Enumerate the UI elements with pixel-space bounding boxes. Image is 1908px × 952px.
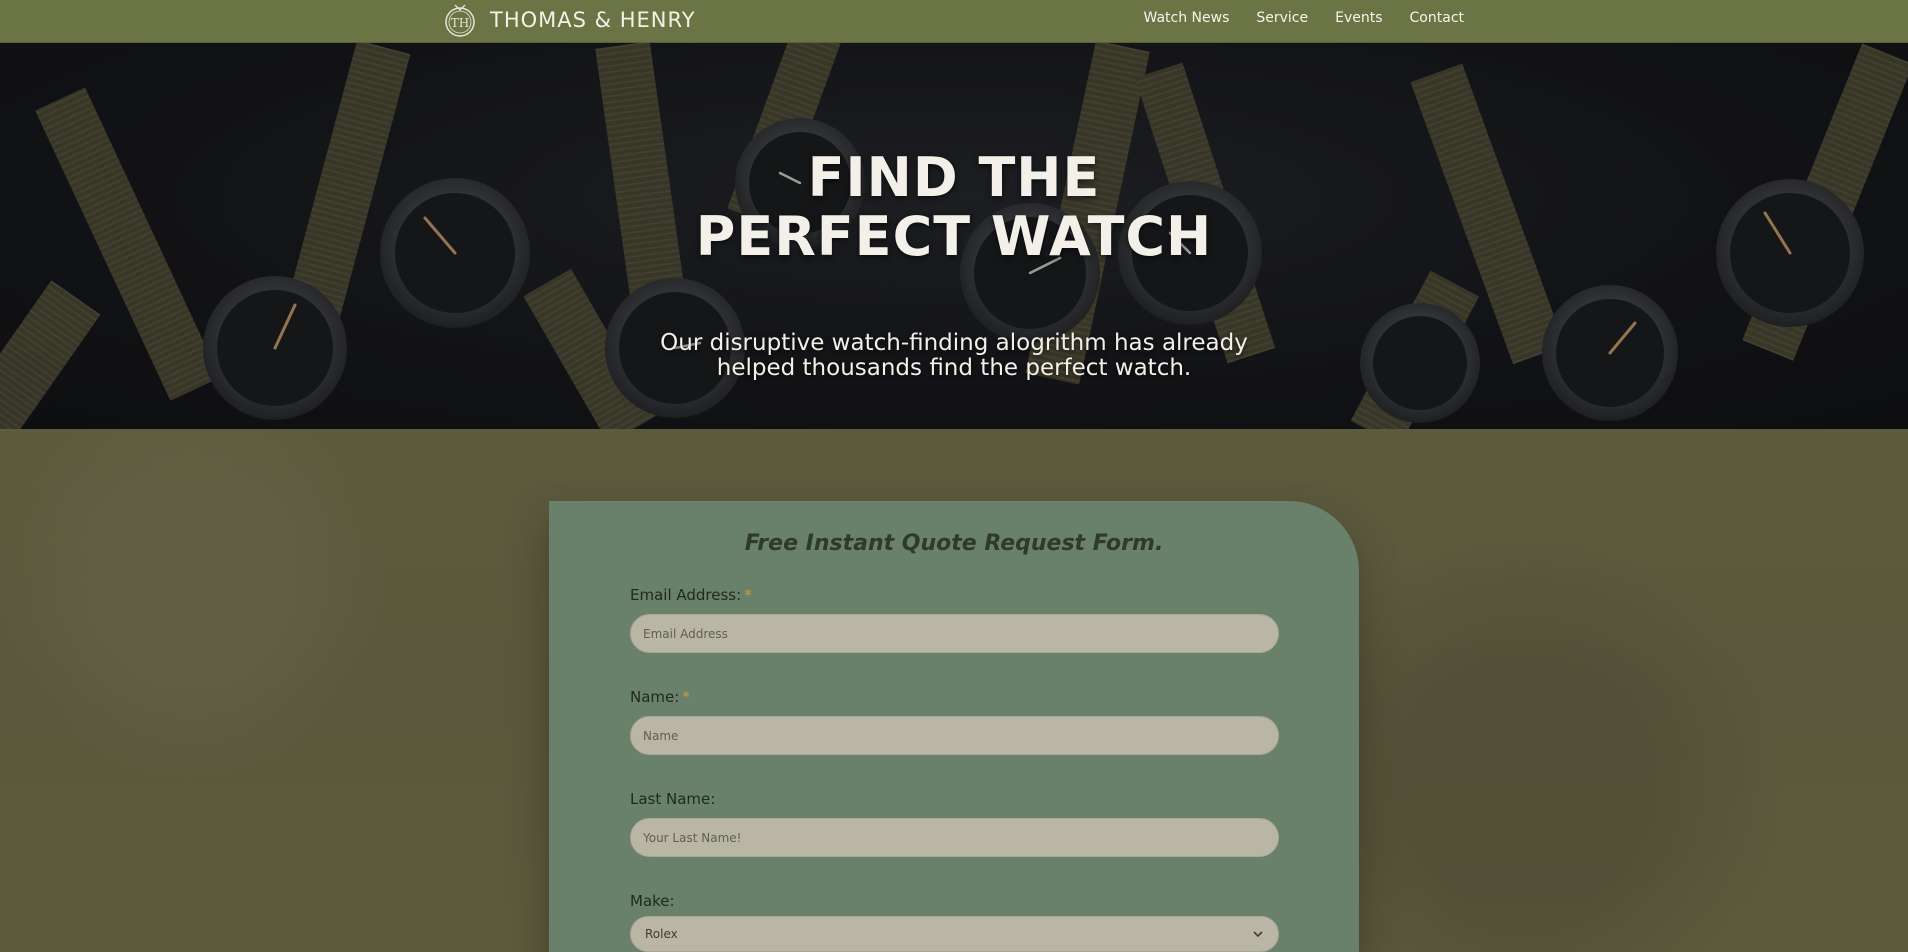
- hero-subtitle: Our disruptive watch-finding alogrithm h…: [0, 331, 1908, 381]
- nav-watch-news[interactable]: Watch News: [1144, 10, 1230, 26]
- nav-service[interactable]: Service: [1256, 10, 1308, 26]
- hero-title: FIND THE PERFECT WATCH: [0, 148, 1908, 266]
- email-label-text: Email Address:: [630, 586, 742, 604]
- brand-name: THOMAS & HENRY: [490, 8, 696, 32]
- top-navigation-bar: TH THOMAS & HENRY Watch News Service Eve…: [0, 0, 1908, 43]
- hero-title-line-1: FIND THE: [807, 146, 1101, 209]
- th-monogram-crest-icon: TH: [445, 4, 475, 37]
- last-name-label-text: Last Name:: [630, 790, 716, 808]
- nav-events[interactable]: Events: [1335, 10, 1382, 26]
- email-label: Email Address: *: [630, 586, 752, 604]
- hero-subtitle-line-2: helped thousands find the perfect watch.: [716, 355, 1192, 381]
- hero-title-line-2: PERFECT WATCH: [695, 205, 1213, 268]
- nav-contact[interactable]: Contact: [1410, 10, 1464, 26]
- brand-logo[interactable]: TH THOMAS & HENRY: [444, 0, 696, 40]
- chevron-down-icon: [1253, 931, 1263, 938]
- main-nav: Watch News Service Events Contact: [1144, 0, 1465, 36]
- make-label: Make:: [630, 892, 675, 910]
- make-select[interactable]: Rolex: [630, 916, 1279, 952]
- last-name-field[interactable]: [630, 818, 1279, 857]
- name-label-text: Name:: [630, 688, 680, 706]
- email-field[interactable]: [630, 614, 1279, 653]
- hero-subtitle-line-1: Our disruptive watch-finding alogrithm h…: [660, 330, 1248, 356]
- required-marker: *: [682, 688, 690, 706]
- make-label-text: Make:: [630, 892, 675, 910]
- make-selected-value: Rolex: [645, 927, 678, 941]
- name-field[interactable]: [630, 716, 1279, 755]
- hero-banner: FIND THE PERFECT WATCH Our disruptive wa…: [0, 43, 1908, 429]
- last-name-label: Last Name:: [630, 790, 715, 808]
- name-label: Name: *: [630, 688, 690, 706]
- required-marker: *: [744, 586, 752, 604]
- quote-request-form-card: Free Instant Quote Request Form. Email A…: [549, 501, 1359, 952]
- svg-text:TH: TH: [451, 16, 469, 30]
- form-title: Free Instant Quote Request Form.: [744, 531, 1164, 556]
